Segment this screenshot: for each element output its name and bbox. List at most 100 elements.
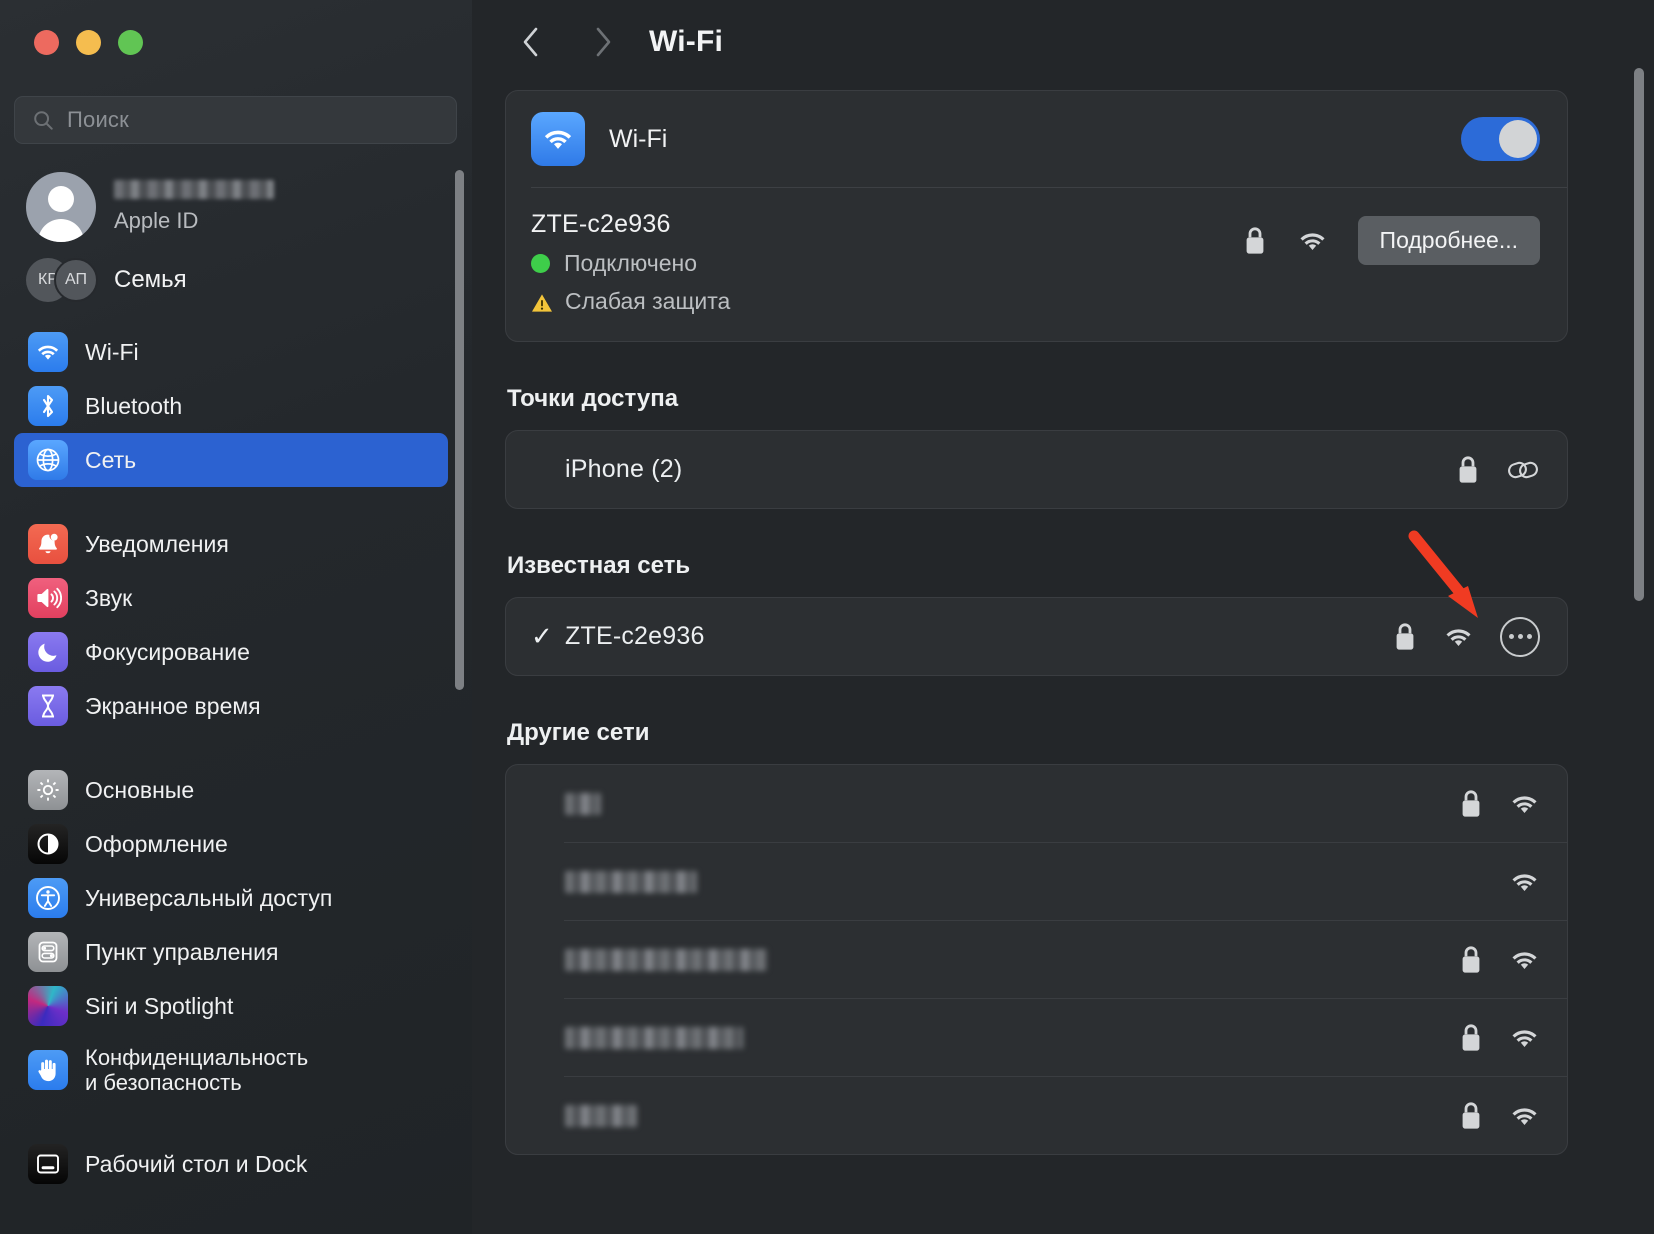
- sidebar-item-label: Bluetooth: [85, 392, 183, 419]
- sliders-icon: [28, 932, 68, 972]
- sidebar-group-system: Уведомления Звук Фокусирование Экранное …: [0, 517, 472, 733]
- connected-network-row: ZTE-c2e936 Подключено Слабая защита Подр…: [506, 188, 1567, 341]
- sidebar-item-family[interactable]: КР АП Семья: [0, 249, 472, 311]
- sidebar: Поиск Apple ID КР АП Семья Wi-Fi Bluetoo…: [0, 0, 472, 1234]
- accessibility-icon: [28, 878, 68, 918]
- wifi-signal-icon: [1509, 870, 1540, 894]
- sidebar-item-network[interactable]: Сеть: [14, 433, 448, 487]
- main-scrollbar[interactable]: [1634, 68, 1644, 601]
- sidebar-item-accessibility[interactable]: Универсальный доступ: [14, 871, 448, 925]
- main-header: Wi-Fi: [472, 0, 1654, 84]
- sidebar-item-privacy-security[interactable]: Конфиденциальность и безопасность: [14, 1033, 448, 1107]
- connected-network-actions: Подробнее...: [1243, 210, 1540, 265]
- sidebar-group-desktop: Рабочий стол и Dock: [0, 1137, 472, 1191]
- sidebar-group-divider-2: [0, 733, 472, 763]
- sidebar-item-control-center[interactable]: Пункт управления: [14, 925, 448, 979]
- search-input[interactable]: Поиск: [14, 96, 457, 144]
- sidebar-item-wifi[interactable]: Wi-Fi: [14, 325, 448, 379]
- sidebar-item-focus[interactable]: Фокусирование: [14, 625, 448, 679]
- sidebar-scroll-area: Apple ID КР АП Семья Wi-Fi Bluetooth Сет…: [0, 165, 472, 1191]
- wifi-toggle[interactable]: [1461, 117, 1540, 161]
- sidebar-item-bluetooth[interactable]: Bluetooth: [14, 379, 448, 433]
- sidebar-item-label: Уведомления: [85, 530, 229, 557]
- close-button[interactable]: [34, 30, 59, 55]
- appearance-icon: [28, 824, 68, 864]
- sidebar-group-divider: [0, 487, 472, 517]
- sidebar-item-notifications[interactable]: Уведомления: [14, 517, 448, 571]
- hotspot-name: iPhone (2): [565, 455, 683, 483]
- lock-icon: [1393, 622, 1417, 651]
- avatar: [26, 172, 96, 242]
- sidebar-item-desktop-dock[interactable]: Рабочий стол и Dock: [14, 1137, 448, 1191]
- hourglass-icon: [28, 686, 68, 726]
- table-row[interactable]: [506, 999, 1567, 1076]
- bell-icon: [28, 524, 68, 564]
- page-title: Wi-Fi: [649, 25, 724, 58]
- zoom-button[interactable]: [118, 30, 143, 55]
- sidebar-item-label: Основные: [85, 776, 195, 803]
- sidebar-item-label: Универсальный доступ: [85, 884, 333, 911]
- table-row[interactable]: [506, 765, 1567, 842]
- sidebar-scrollbar[interactable]: [455, 170, 464, 690]
- redacted-ssid: [565, 792, 601, 815]
- chevron-right-icon[interactable]: [585, 24, 621, 60]
- sidebar-group-connectivity: Wi-Fi Bluetooth Сеть: [0, 325, 472, 487]
- minimize-button[interactable]: [76, 30, 101, 55]
- known-network-ssid: ZTE-c2e936: [565, 622, 705, 650]
- checkmark-icon: ✓: [531, 621, 553, 651]
- other-networks-section-title: Другие сети: [507, 719, 650, 746]
- family-label: Семья: [114, 266, 187, 293]
- wifi-signal-icon: [1509, 1104, 1540, 1128]
- hand-icon: [28, 1050, 68, 1090]
- wifi-signal-icon: [1297, 229, 1328, 253]
- ellipsis-circle-icon[interactable]: [1500, 616, 1540, 657]
- traffic-lights: [34, 30, 143, 55]
- sidebar-item-screentime[interactable]: Экранное время: [14, 679, 448, 733]
- sidebar-item-sound[interactable]: Звук: [14, 571, 448, 625]
- wifi-signal-icon: [1443, 625, 1474, 649]
- status-text: Подключено: [564, 250, 697, 276]
- warning-triangle-icon: [531, 292, 553, 312]
- table-row[interactable]: iPhone (2): [506, 431, 1567, 508]
- hotspots-section-title: Точки доступа: [507, 385, 679, 412]
- link-icon: [1506, 456, 1540, 484]
- wifi-icon: [28, 332, 68, 372]
- wifi-toggle-row: Wi-Fi: [506, 91, 1567, 187]
- account-name-redacted: [114, 180, 274, 199]
- table-row[interactable]: [506, 921, 1567, 998]
- siri-icon: [28, 986, 68, 1026]
- sidebar-item-general[interactable]: Основные: [14, 763, 448, 817]
- sidebar-group-divider-3: [0, 1107, 472, 1137]
- known-network-section-title: Известная сеть: [507, 552, 691, 579]
- sidebar-item-label: Экранное время: [85, 692, 261, 719]
- table-row[interactable]: ✓ ZTE-c2e936: [506, 598, 1567, 675]
- row-icons: [1456, 455, 1540, 484]
- sidebar-item-appearance[interactable]: Оформление: [14, 817, 448, 871]
- sidebar-item-label: Звук: [85, 584, 133, 611]
- row-icons: [1459, 945, 1540, 974]
- row-icons: [1459, 1101, 1540, 1130]
- lock-icon: [1459, 1101, 1483, 1130]
- lock-icon: [1459, 1023, 1483, 1052]
- table-row[interactable]: [506, 843, 1567, 920]
- table-row[interactable]: [506, 1077, 1567, 1154]
- sidebar-item-siri-spotlight[interactable]: Siri и Spotlight: [14, 979, 448, 1033]
- lock-icon: [1459, 945, 1483, 974]
- main-content: Wi-Fi ZTE-c2e936 Подключено Слабая защит…: [472, 84, 1654, 1155]
- details-button[interactable]: Подробнее...: [1357, 216, 1540, 265]
- system-settings-window: Поиск Apple ID КР АП Семья Wi-Fi Bluetoo…: [0, 0, 1654, 1234]
- account-row[interactable]: Apple ID: [0, 165, 472, 249]
- sidebar-item-label: Siri и Spotlight: [85, 992, 234, 1019]
- wifi-signal-icon: [1509, 792, 1540, 816]
- connected-ssid: ZTE-c2e936: [531, 210, 671, 238]
- sidebar-item-label: Пункт управления: [85, 938, 279, 965]
- toggle-knob: [1499, 120, 1537, 158]
- sidebar-item-label: Конфиденциальность и безопасность: [85, 1044, 309, 1095]
- redacted-ssid: [565, 948, 767, 971]
- hotspots-card: iPhone (2): [505, 430, 1568, 509]
- moon-icon: [28, 632, 68, 672]
- wifi-card: Wi-Fi ZTE-c2e936 Подключено Слабая защит…: [505, 90, 1568, 342]
- chevron-left-icon[interactable]: [513, 24, 549, 60]
- lock-icon: [1456, 455, 1480, 484]
- connected-network-info: ZTE-c2e936 Подключено Слабая защита: [531, 210, 1243, 315]
